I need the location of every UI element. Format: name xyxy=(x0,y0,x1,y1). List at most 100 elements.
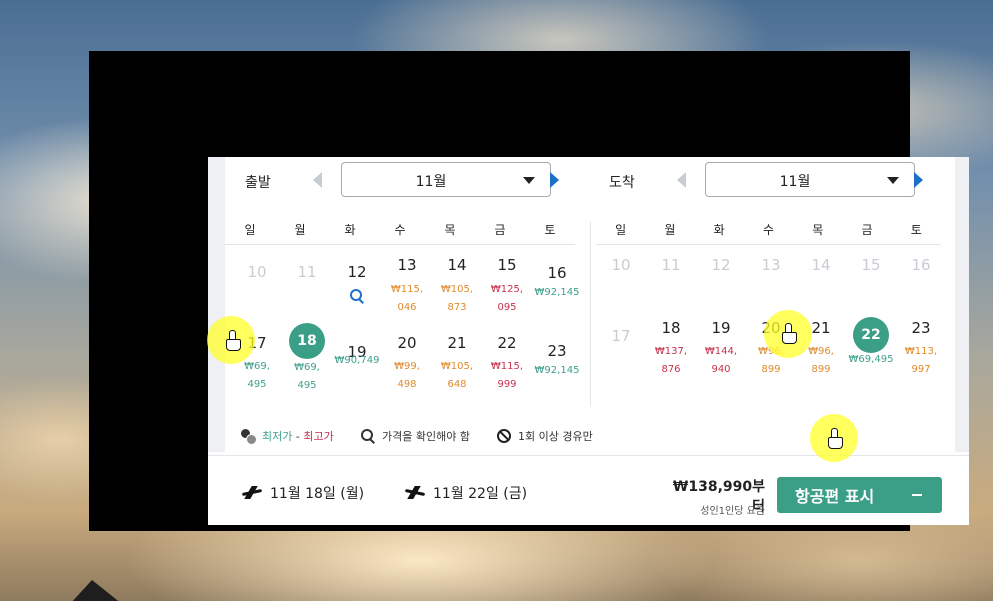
day-price: ₩92,145 xyxy=(534,365,580,376)
hand-cursor-icon xyxy=(226,330,241,351)
day-price: ₩69,495 xyxy=(848,354,894,365)
return-day-19[interactable]: 19 ₩144, 940 xyxy=(696,319,746,379)
departure-label: 출발 xyxy=(245,175,271,191)
weekday-sat: 토 xyxy=(544,223,556,237)
return-day-13: 13 xyxy=(761,256,781,274)
departure-day-12[interactable]: 12 xyxy=(332,263,382,307)
day-price: ₩99, 498 xyxy=(394,361,420,390)
departure-day-15[interactable]: 15 ₩125, 095 xyxy=(482,256,532,317)
weekday-wed: 수 xyxy=(762,223,774,237)
day-price: ₩113, 997 xyxy=(904,346,938,375)
hand-cursor-icon xyxy=(782,323,797,344)
departure-day-16[interactable]: 16 ₩92,145 xyxy=(532,264,582,302)
return-day-23[interactable]: 23 ₩113, 997 xyxy=(896,319,946,379)
return-calendar-header: 도착 11월 xyxy=(589,161,951,201)
weekday-fri: 금 xyxy=(494,223,506,237)
weekday-tue: 화 xyxy=(344,223,356,237)
day-price: ₩115, 999 xyxy=(490,361,524,390)
weekday-mon: 월 xyxy=(664,223,676,237)
departure-weekday-row: 일 월 화 수 목 금 토 xyxy=(225,221,575,245)
flight-date-picker: 출발 11월 일 월 화 수 목 금 토 10 11 12 13 ₩115, 0… xyxy=(208,157,969,525)
arrow-right-icon xyxy=(912,494,922,496)
outbound-summary: 11월 18일 (월) xyxy=(242,483,364,503)
weekday-sun: 일 xyxy=(615,223,627,237)
next-month-arrow-icon[interactable] xyxy=(550,172,559,188)
weekday-fri: 금 xyxy=(861,223,873,237)
selected-date-circle: 18 xyxy=(289,323,325,359)
next-month-arrow-icon[interactable] xyxy=(914,172,923,188)
panel-edge-right xyxy=(955,157,969,452)
return-month-value: 11월 xyxy=(779,174,811,190)
day-price: ₩115, 046 xyxy=(390,284,424,313)
departure-day-11: 11 xyxy=(297,263,317,281)
departure-day-18-selected[interactable]: 18 ₩69, 495 xyxy=(282,323,332,395)
return-day-17: 17 xyxy=(611,327,631,345)
inbound-summary: 11월 22일 (금) xyxy=(405,483,527,503)
panel-edge-left xyxy=(208,157,225,452)
return-day-11: 11 xyxy=(661,256,681,274)
return-label: 도착 xyxy=(609,175,635,191)
legend-separator: - xyxy=(292,429,304,443)
day-price: ₩144, 940 xyxy=(704,346,738,375)
return-day-10: 10 xyxy=(611,256,631,274)
price-note: 성인1인당 요금 xyxy=(700,506,765,517)
day-price: ₩125, 095 xyxy=(490,284,524,313)
return-day-14: 14 xyxy=(811,256,831,274)
return-day-12: 12 xyxy=(711,256,731,274)
return-day-18[interactable]: 18 ₩137, 876 xyxy=(646,319,696,379)
day-price: ₩105, 873 xyxy=(440,284,474,313)
departure-day-19[interactable]: 19 ₩90,749 xyxy=(332,343,382,370)
booking-footer: 11월 18일 (월) 11월 22일 (금) ₩138,990부터 성인1인당… xyxy=(208,455,969,525)
weekday-thu: 목 xyxy=(444,223,456,237)
search-icon xyxy=(350,289,364,303)
legend-check-price-text: 가격을 확인해야 함 xyxy=(382,430,470,443)
search-icon xyxy=(361,429,375,443)
inbound-date: 11월 22일 (금) xyxy=(433,486,528,502)
return-weekday-row: 일 월 화 수 목 금 토 xyxy=(596,221,941,245)
weekday-wed: 수 xyxy=(394,223,406,237)
chevron-down-icon xyxy=(523,177,535,184)
legend-highest: 최고가 xyxy=(303,430,334,443)
departure-day-10: 10 xyxy=(247,263,267,281)
day-price: ₩92,145 xyxy=(534,287,580,298)
show-flights-label: 항공편 표시 xyxy=(795,487,875,506)
selected-date-circle: 22 xyxy=(853,317,889,353)
return-day-22-selected[interactable]: 22 ₩69,495 xyxy=(846,317,896,369)
return-month-select[interactable]: 11월 xyxy=(705,162,915,197)
price-range-icon xyxy=(241,429,257,445)
prev-month-arrow-icon[interactable] xyxy=(677,172,686,188)
day-price: ₩105, 648 xyxy=(440,361,474,390)
departure-day-22[interactable]: 22 ₩115, 999 xyxy=(482,334,532,394)
departure-day-20[interactable]: 20 ₩99, 498 xyxy=(382,334,432,394)
legend-stopover-text: 1회 이상 경유만 xyxy=(518,430,593,443)
day-price: ₩137, 876 xyxy=(654,346,688,375)
weekday-mon: 월 xyxy=(294,223,306,237)
weekday-tue: 화 xyxy=(713,223,725,237)
return-day-15: 15 xyxy=(861,256,881,274)
departure-day-14[interactable]: 14 ₩105, 873 xyxy=(432,256,482,317)
plane-takeoff-icon xyxy=(242,485,262,501)
prev-month-arrow-icon[interactable] xyxy=(313,172,322,188)
no-entry-icon xyxy=(497,429,511,443)
legend-check-price: 가격을 확인해야 함 xyxy=(361,428,470,444)
hand-cursor-icon xyxy=(828,428,843,449)
window-frame: 출발 11월 일 월 화 수 목 금 토 10 11 12 13 ₩115, 0… xyxy=(89,51,969,531)
outbound-date: 11월 18일 (월) xyxy=(270,486,365,502)
day-price: ₩69, 495 xyxy=(244,361,270,390)
show-flights-button[interactable]: 항공편 표시 xyxy=(777,477,942,513)
return-day-16: 16 xyxy=(911,256,931,274)
weekday-thu: 목 xyxy=(812,223,824,237)
departure-month-select[interactable]: 11월 xyxy=(341,162,551,197)
day-price: ₩90,749 xyxy=(334,355,380,366)
departure-day-21[interactable]: 21 ₩105, 648 xyxy=(432,334,482,394)
departure-day-23[interactable]: 23 ₩92,145 xyxy=(532,342,582,380)
legend-price-range: 최저가 - 최고가 xyxy=(241,428,334,445)
departure-month-value: 11월 xyxy=(415,174,447,190)
calendar-divider xyxy=(590,221,591,407)
departure-calendar-header: 출발 11월 xyxy=(225,161,587,201)
legend-lowest: 최저가 xyxy=(262,430,293,443)
legend-stopover: 1회 이상 경유만 xyxy=(497,428,593,444)
plane-landing-icon xyxy=(405,485,425,501)
weekday-sat: 토 xyxy=(910,223,922,237)
departure-day-13[interactable]: 13 ₩115, 046 xyxy=(382,256,432,317)
